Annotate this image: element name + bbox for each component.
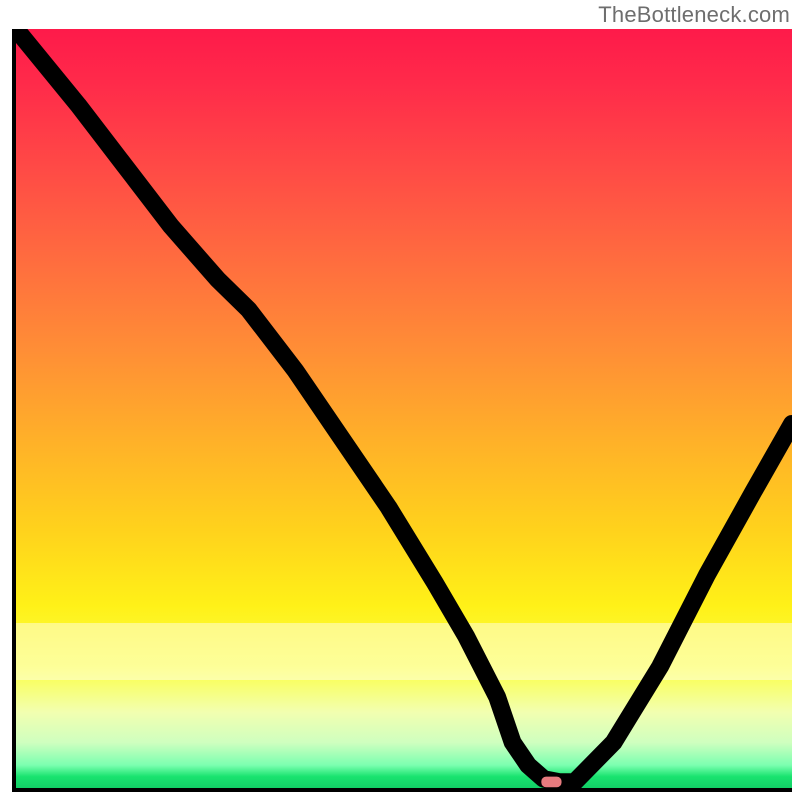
plot-area <box>12 29 792 792</box>
chart-container: TheBottleneck.com <box>0 0 800 800</box>
watermark-text: TheBottleneck.com <box>598 2 790 28</box>
bottleneck-curve <box>16 29 792 788</box>
curve-path <box>16 29 792 782</box>
min-marker <box>541 777 561 788</box>
